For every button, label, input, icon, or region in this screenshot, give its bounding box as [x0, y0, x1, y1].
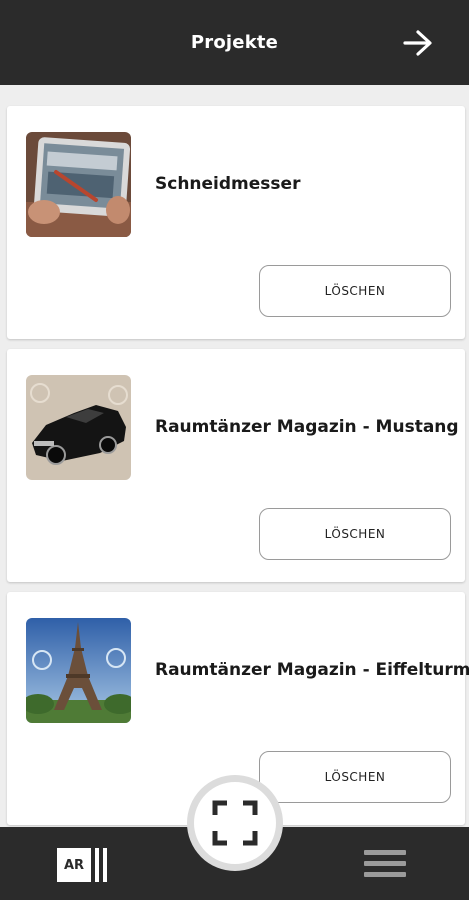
project-card: Schneidmesser LÖSCHEN — [7, 106, 465, 339]
delete-button[interactable]: LÖSCHEN — [259, 751, 451, 803]
forward-button[interactable] — [401, 26, 435, 60]
delete-button[interactable]: LÖSCHEN — [259, 508, 451, 560]
car-photo — [26, 375, 131, 480]
scan-frame-icon — [212, 800, 258, 846]
project-title[interactable]: Schneidmesser — [155, 174, 300, 194]
project-card: Raumtänzer Magazin - Mustang LÖSCHEN — [7, 349, 465, 582]
ar-bar-icon — [103, 848, 107, 882]
page-title: Projekte — [190, 32, 279, 53]
eiffel-tower-photo — [26, 618, 131, 723]
scan-button[interactable] — [187, 775, 283, 871]
project-list[interactable]: Schneidmesser LÖSCHEN Raumtänzer Magazin… — [0, 100, 469, 827]
project-thumbnail — [26, 375, 131, 480]
tablet-photo — [26, 132, 131, 237]
app-bar: Projekte — [0, 0, 469, 85]
project-thumbnail — [26, 132, 131, 237]
ar-button[interactable]: AR — [57, 847, 115, 883]
arrow-right-icon — [403, 30, 432, 56]
project-title[interactable]: Raumtänzer Magazin - Mustang — [155, 417, 459, 437]
project-thumbnail — [26, 618, 131, 723]
ar-label: AR — [57, 848, 91, 882]
ar-bar-icon — [95, 848, 99, 882]
delete-button[interactable]: LÖSCHEN — [259, 265, 451, 317]
hamburger-menu-icon[interactable] — [364, 850, 406, 880]
project-title[interactable]: Raumtänzer Magazin - Eiffelturm — [155, 660, 469, 680]
